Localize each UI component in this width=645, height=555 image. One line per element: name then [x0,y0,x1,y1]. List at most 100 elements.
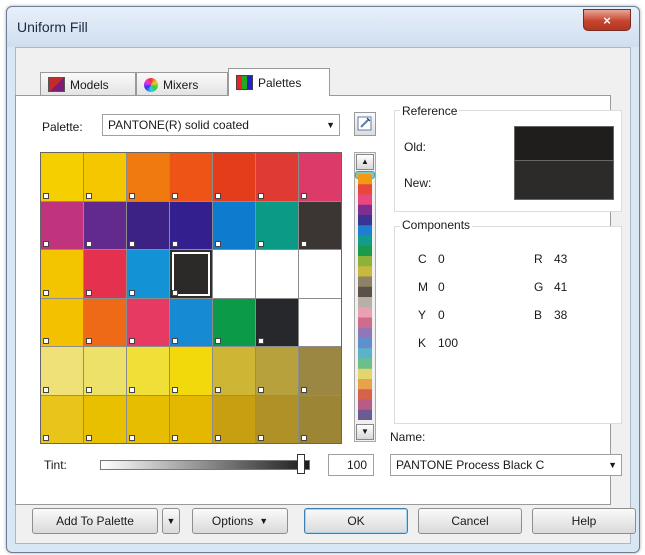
color-swatch[interactable] [299,153,341,201]
strip-color [358,307,372,318]
name-select-value: PANTONE Process Black C [396,458,545,472]
old-color-swatch [514,126,614,161]
color-swatch[interactable] [84,201,126,249]
tint-value: 100 [346,458,367,472]
strip-color [358,286,372,298]
component-k-value: 100 [438,336,459,350]
tint-slider-thumb[interactable] [297,454,305,474]
color-swatch[interactable] [213,347,255,395]
help-label: Help [571,514,597,528]
ok-button[interactable]: OK [304,508,408,534]
color-swatch[interactable] [84,298,126,346]
palette-select[interactable]: PANTONE(R) solid coated ▼ [102,114,340,136]
tab-palettes-label: Palettes [258,75,302,90]
name-select[interactable]: PANTONE Process Black C ▼ [390,454,622,476]
options-label: Options [211,514,254,528]
palette-color-strip [358,174,372,420]
scroll-down-button[interactable]: ▼ [356,424,374,440]
strip-color [358,235,372,247]
add-to-palette-button[interactable]: Add To Palette [32,508,158,534]
color-swatch[interactable] [127,347,169,395]
cancel-button[interactable]: Cancel [418,508,522,534]
component-g-value: 41 [554,280,568,294]
strip-color [358,276,372,288]
chevron-down-icon: ▼ [326,120,335,130]
palette-select-value: PANTONE(R) solid coated [108,118,249,132]
empty-swatch-slot [256,250,298,298]
tab-models[interactable]: Models [40,72,136,96]
strip-color [358,266,372,277]
strip-color [358,174,372,185]
help-button[interactable]: Help [532,508,636,534]
empty-swatch-slot [213,250,255,298]
tint-value-field[interactable]: 100 [328,454,374,476]
color-swatch[interactable] [41,201,83,249]
color-swatch[interactable] [299,347,341,395]
color-swatch[interactable] [127,395,169,443]
color-swatch[interactable] [256,153,298,201]
models-icon [48,77,65,92]
color-swatch[interactable] [170,395,212,443]
color-swatch[interactable] [213,153,255,201]
options-button[interactable]: Options ▼ [192,508,288,534]
palette-edit-icon [357,116,372,131]
component-r-label: R [534,252,543,266]
strip-color [358,225,372,236]
strip-color [358,358,372,370]
palette-label: Palette: [42,120,83,134]
color-swatch[interactable] [41,395,83,443]
mixers-icon [144,77,158,92]
color-swatch[interactable] [41,250,83,298]
color-swatch[interactable] [256,347,298,395]
color-swatch[interactable] [256,395,298,443]
new-color-swatch [514,160,614,200]
color-swatch[interactable] [213,395,255,443]
color-swatch[interactable] [256,298,298,346]
strip-color [358,348,372,359]
title-bar[interactable]: Uniform Fill × [7,7,639,47]
color-swatch[interactable] [170,153,212,201]
tint-label: Tint: [44,458,67,472]
color-swatch[interactable] [41,298,83,346]
add-to-palette-dropdown-button[interactable]: ▼ [162,508,180,534]
color-swatch[interactable] [127,201,169,249]
color-swatch[interactable] [84,153,126,201]
tab-mixers[interactable]: Mixers [136,72,228,96]
palette-options-button[interactable] [354,112,376,136]
color-swatch[interactable] [127,298,169,346]
color-swatch[interactable] [127,153,169,201]
strip-color [358,194,372,206]
palette-swatch-grid [40,152,342,444]
color-swatch[interactable] [299,395,341,443]
scroll-up-button[interactable]: ▲ [356,154,374,170]
color-swatch[interactable] [84,347,126,395]
palette-scrollbar[interactable]: ▲ ▼ [354,152,376,442]
tab-models-label: Models [70,77,109,92]
color-swatch[interactable] [213,298,255,346]
color-swatch[interactable] [84,250,126,298]
color-swatch[interactable] [170,298,212,346]
color-swatch[interactable] [170,250,212,298]
dialog-title: Uniform Fill [17,19,88,35]
tint-slider-track[interactable] [100,460,310,470]
component-b-label: B [534,308,543,322]
color-swatch[interactable] [256,201,298,249]
color-swatch[interactable] [127,250,169,298]
color-swatch[interactable] [170,201,212,249]
color-swatch[interactable] [41,347,83,395]
color-swatch[interactable] [84,395,126,443]
component-y-value: 0 [438,308,445,322]
strip-color [358,245,372,257]
color-swatch[interactable] [170,347,212,395]
palettes-icon [236,75,253,90]
chevron-down-icon: ▼ [608,460,617,470]
color-swatch[interactable] [41,153,83,201]
strip-color [358,184,372,195]
close-button[interactable]: × [583,9,631,31]
strip-color [358,256,372,267]
tab-palettes[interactable]: Palettes [228,68,330,96]
add-to-palette-label: Add To Palette [56,514,134,528]
component-y-label: Y [418,308,427,322]
color-swatch[interactable] [213,201,255,249]
color-swatch[interactable] [299,201,341,249]
